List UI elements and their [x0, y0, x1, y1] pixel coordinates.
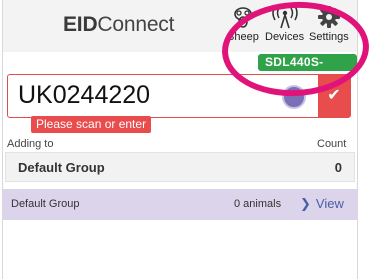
scan-field: ✔	[7, 74, 351, 118]
scan-error-message: Please scan or enter	[31, 116, 152, 133]
count-value: 0	[334, 160, 342, 175]
check-icon: ✔	[327, 87, 341, 104]
scan-input[interactable]	[18, 79, 268, 111]
submit-button[interactable]: ✔	[318, 75, 350, 117]
list-item[interactable]: Default Group 0 animals ❯ View	[3, 189, 357, 220]
nav-devices-label: Devices	[265, 31, 305, 43]
sheep-icon	[234, 7, 252, 28]
nav-settings-button[interactable]: Settings	[309, 4, 349, 43]
view-link-label: View	[315, 196, 344, 211]
selected-group-name: Default Group	[18, 160, 105, 175]
selected-group-row[interactable]: Default Group 0	[5, 152, 355, 182]
app-title-bold: EID	[63, 13, 98, 36]
app-frame: EIDConnect Sheep Devices Settings SDL440…	[2, 0, 358, 279]
app-header: EIDConnect Sheep Devices Settings	[3, 0, 357, 52]
chevron-right-icon: ❯	[300, 196, 311, 211]
app-title-rest: Connect	[97, 13, 175, 36]
nav-devices-button[interactable]: Devices	[265, 4, 304, 43]
list-item-name: Default Group	[11, 198, 80, 210]
adding-to-label: Adding to	[7, 138, 54, 150]
device-badge: SDL440S-1802	[258, 54, 357, 86]
nav-settings-label: Settings	[309, 31, 349, 43]
count-label: Count	[317, 138, 347, 150]
app-title: EIDConnect	[63, 13, 174, 37]
scan-status-dot	[282, 85, 306, 109]
view-link[interactable]: ❯ View	[300, 196, 344, 212]
nav-sheep-button[interactable]: Sheep	[227, 4, 259, 43]
list-item-count: 0 animals	[234, 198, 282, 210]
antenna-icon	[271, 5, 298, 29]
gear-icon	[317, 6, 340, 28]
nav-sheep-label: Sheep	[227, 31, 259, 43]
